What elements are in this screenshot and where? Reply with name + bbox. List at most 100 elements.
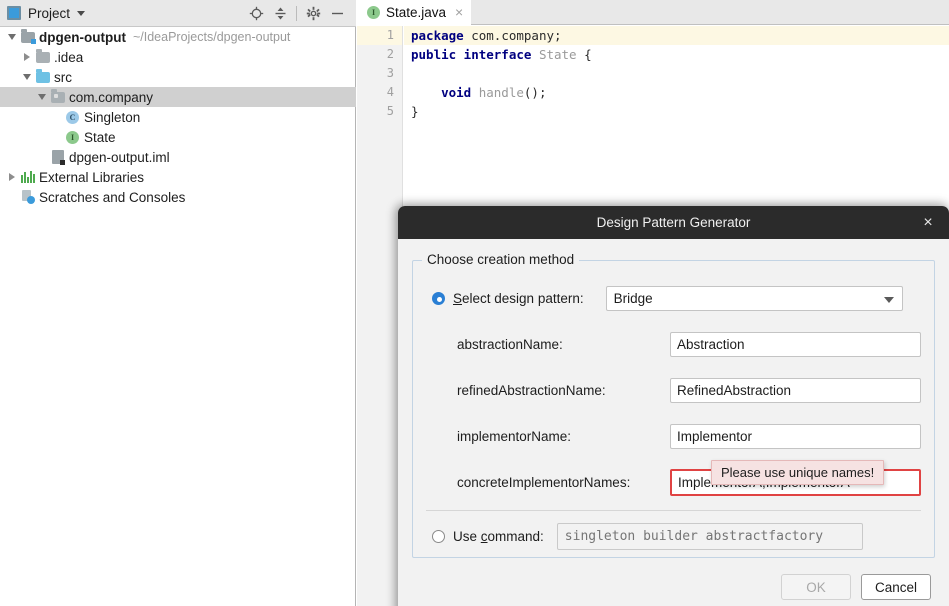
tree-row-label: dpgen-output <box>39 29 126 45</box>
source-folder-icon <box>34 67 51 87</box>
dialog-button-bar: OK Cancel <box>412 574 935 600</box>
java-interface-icon: I <box>367 5 380 19</box>
dialog-body: Choose creation method Select design pat… <box>398 239 949 600</box>
line-number: 1 <box>357 26 402 45</box>
code-token: package <box>411 28 472 43</box>
editor-tab-state-java[interactable]: I State.java × <box>357 0 472 26</box>
validation-tooltip: Please use unique names! <box>711 460 885 485</box>
libraries-icon <box>19 167 36 187</box>
chevron-down-icon[interactable] <box>883 296 894 303</box>
ok-button[interactable]: OK <box>781 574 851 600</box>
minimize-icon[interactable] <box>325 2 349 24</box>
use-command-row[interactable]: Use command: <box>413 523 934 550</box>
design-pattern-generator-dialog: Design Pattern Generator × Choose creati… <box>398 206 949 606</box>
design-pattern-value: Bridge <box>613 291 653 306</box>
module-folder-icon <box>19 27 36 47</box>
field-input[interactable] <box>670 332 921 357</box>
iml-file-icon <box>49 147 66 167</box>
tree-row[interactable]: Scratches and Consoles <box>0 187 356 207</box>
tree-row-label: src <box>54 69 72 85</box>
tree-row[interactable]: External Libraries <box>0 167 356 187</box>
java-class-icon: C <box>64 107 81 127</box>
code-token: void <box>411 85 479 100</box>
chevron-right-icon[interactable] <box>19 47 34 67</box>
project-toolbar: Project <box>0 0 356 27</box>
tree-row-label: .idea <box>54 49 84 65</box>
code-token: { <box>584 47 592 62</box>
pattern-field-row: implementorName: <box>413 423 934 450</box>
code-token: handle <box>478 85 524 100</box>
label-rest: elect design pattern: <box>462 291 584 306</box>
code-token: State <box>538 47 585 62</box>
mnemonic-letter: c <box>480 529 488 544</box>
design-pattern-combobox[interactable]: Bridge <box>605 286 903 311</box>
code-line[interactable]: package com.company; <box>404 26 949 45</box>
dialog-titlebar: Design Pattern Generator × <box>398 206 949 239</box>
code-token: (); <box>523 85 547 100</box>
line-number: 4 <box>386 85 394 99</box>
tree-row-label: Singleton <box>84 109 141 125</box>
field-input[interactable] <box>670 424 921 449</box>
select-design-pattern-row[interactable]: Select design pattern: Bridge <box>413 285 934 312</box>
use-command-label: Use command: <box>453 529 544 544</box>
choose-creation-method-group: Choose creation method Select design pat… <box>412 252 935 558</box>
cancel-button[interactable]: Cancel <box>861 574 931 600</box>
chevron-right-icon[interactable] <box>4 167 19 187</box>
field-label: abstractionName: <box>457 337 563 352</box>
tree-row[interactable]: dpgen-output ~/IdeaProjects/dpgen-output <box>0 27 356 47</box>
close-icon[interactable]: × <box>455 5 463 19</box>
tree-row[interactable]: C Singleton <box>0 107 356 127</box>
tree-row-label: Scratches and Consoles <box>39 189 186 205</box>
code-token: com.company; <box>471 28 562 43</box>
code-line[interactable]: void handle(); <box>404 83 949 102</box>
code-token: public interface <box>411 47 539 62</box>
java-interface-icon: I <box>64 127 81 147</box>
gear-icon[interactable] <box>301 2 325 24</box>
editor-gutter: 1 2 3 4 5 <box>357 26 403 606</box>
tree-row-label: com.company <box>69 89 154 105</box>
use-command-radio[interactable] <box>432 530 445 543</box>
chevron-down-icon[interactable] <box>77 10 86 16</box>
select-design-pattern-radio[interactable] <box>432 292 445 305</box>
chevron-down-icon[interactable] <box>19 67 34 87</box>
line-number: 3 <box>386 66 394 80</box>
label-start: Use <box>453 529 481 544</box>
project-panel-icon <box>7 6 21 20</box>
chevron-down-icon[interactable] <box>34 87 49 107</box>
group-legend: Choose creation method <box>422 252 580 267</box>
tree-row[interactable]: dpgen-output.iml <box>0 147 356 167</box>
field-label: implementorName: <box>457 429 572 444</box>
scratches-icon <box>19 187 36 207</box>
field-label: refinedAbstractionName: <box>457 383 606 398</box>
tree-row-label: dpgen-output.iml <box>69 149 170 165</box>
line-number: 5 <box>386 104 394 118</box>
chevron-down-icon[interactable] <box>4 27 19 47</box>
mnemonic-letter: S <box>453 291 463 306</box>
pattern-field-row: refinedAbstractionName: <box>413 377 934 404</box>
field-input[interactable] <box>670 378 921 403</box>
close-icon[interactable]: × <box>919 214 937 231</box>
tree-row[interactable]: com.company <box>0 87 356 107</box>
code-line[interactable]: public interface State { <box>404 45 949 64</box>
editor-tabbar: I State.java × <box>357 0 949 26</box>
code-line[interactable] <box>404 64 949 83</box>
project-tool-window: Project dpgen-output ~/IdeaProjects/dpge… <box>0 0 356 606</box>
project-title: Project <box>28 5 71 21</box>
project-tree[interactable]: dpgen-output ~/IdeaProjects/dpgen-output.… <box>0 27 356 207</box>
command-input[interactable] <box>556 523 863 550</box>
collapse-all-icon[interactable] <box>268 2 292 24</box>
code-line[interactable]: } <box>404 102 949 121</box>
tree-row[interactable]: .idea <box>0 47 356 67</box>
tree-row[interactable]: I State <box>0 127 356 147</box>
package-folder-icon <box>49 87 66 107</box>
field-label: concreteImplementorNames: <box>457 475 631 490</box>
code-token: } <box>411 104 419 119</box>
tree-row[interactable]: src <box>0 67 356 87</box>
locate-target-icon[interactable] <box>244 2 268 24</box>
label-rest: ommand: <box>487 529 544 544</box>
select-design-pattern-label: Select design pattern: <box>453 291 584 306</box>
folder-icon <box>34 47 51 67</box>
